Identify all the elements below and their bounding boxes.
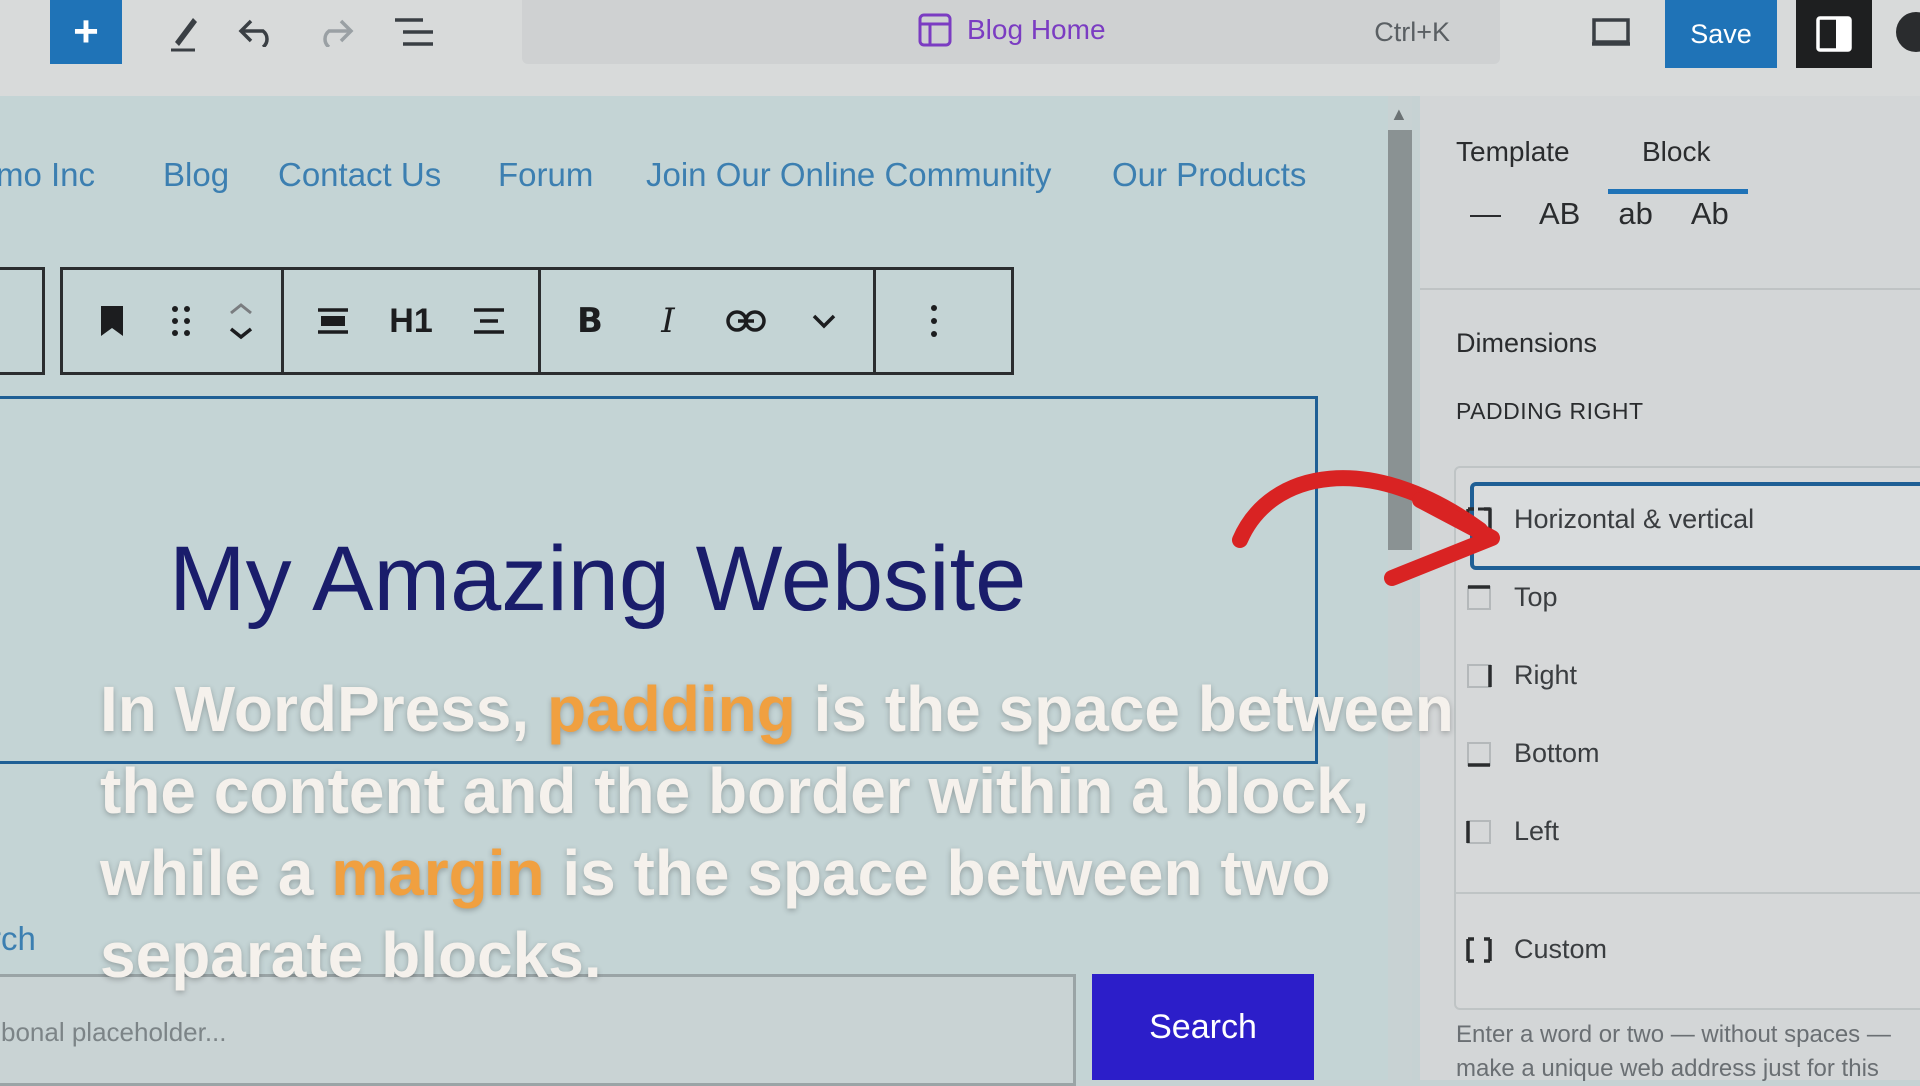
case-option-uppercase[interactable]: AB <box>1539 196 1580 232</box>
dropdown-option-label: Right <box>1514 660 1578 690</box>
link-icon <box>726 310 766 332</box>
block-options-button[interactable] <box>886 273 982 369</box>
redo-button[interactable] <box>310 8 360 56</box>
divider <box>1420 288 1920 290</box>
block-toolbar-group: B I <box>541 270 876 372</box>
redo-icon <box>323 19 354 47</box>
chevron-up-down-icon <box>229 303 253 340</box>
settings-toggle-button[interactable] <box>1796 0 1872 68</box>
scroll-up-arrow-icon[interactable]: ▲ <box>1390 104 1408 125</box>
dropdown-option-label: Top <box>1514 582 1558 612</box>
nav-item[interactable]: Our Products <box>1112 156 1306 194</box>
tab-template[interactable]: Template <box>1456 136 1570 168</box>
undo-icon <box>238 19 269 47</box>
case-option-lowercase[interactable]: ab <box>1618 196 1652 232</box>
plus-icon: + <box>73 7 99 56</box>
block-toolbar: H1 B I <box>60 267 1014 375</box>
italic-icon: I <box>661 301 675 341</box>
dropdown-option-label: Custom <box>1514 934 1608 964</box>
undo-button[interactable] <box>232 8 282 56</box>
caption-text: In WordPress, <box>100 673 547 745</box>
nav-item[interactable]: Forum <box>498 156 593 194</box>
tab-block[interactable]: Block <box>1642 136 1710 168</box>
block-toolbar-group: H1 <box>284 270 541 372</box>
caption-highlight-margin: margin <box>331 837 545 909</box>
drag-handle-icon <box>172 306 190 336</box>
site-title[interactable]: My Amazing Website <box>169 527 1026 632</box>
chevron-down-icon <box>812 314 836 329</box>
align-center-icon <box>474 308 504 334</box>
bold-icon: B <box>577 301 603 341</box>
dropdown-option-label: Horizontal & vertical <box>1514 504 1755 534</box>
add-block-button[interactable]: + <box>50 0 122 64</box>
link-button[interactable] <box>707 273 785 369</box>
search-label: rch <box>0 920 36 957</box>
active-tab-indicator <box>1608 189 1748 194</box>
block-type-button[interactable] <box>73 273 151 369</box>
caption-highlight-padding: padding <box>546 673 796 745</box>
letter-case-options: — AB ab Ab <box>1470 196 1729 232</box>
case-option-capitalize[interactable]: Ab <box>1691 196 1729 232</box>
document-title[interactable]: Blog Home <box>917 12 1106 48</box>
more-vertical-icon <box>931 305 937 337</box>
divider <box>1454 892 1920 894</box>
block-toolbar-group <box>876 270 992 372</box>
document-bar[interactable]: Blog Home Ctrl+K <box>522 0 1500 64</box>
parent-block-button[interactable] <box>0 267 45 375</box>
edit-tool-button[interactable] <box>160 8 208 56</box>
align-button[interactable] <box>294 273 372 369</box>
bookmark-icon <box>101 306 123 336</box>
dimensions-heading: Dimensions <box>1456 328 1598 358</box>
help-text-line: Enter a word or two — without spaces — <box>1456 1021 1891 1048</box>
list-view-button[interactable] <box>388 8 442 56</box>
sidebar-toggle-icon <box>1816 16 1852 52</box>
nav-item[interactable]: Blog <box>163 156 229 194</box>
text-align-button[interactable] <box>450 273 528 369</box>
dropdown-option-label: Left <box>1514 816 1560 846</box>
tutorial-caption: In WordPress, padding is the space betwe… <box>100 668 1520 996</box>
help-text-line: make a unique web address just for this <box>1456 1055 1879 1082</box>
template-icon <box>918 13 952 47</box>
case-option-none[interactable]: — <box>1470 196 1501 232</box>
desktop-icon <box>1592 18 1630 46</box>
save-button[interactable]: Save <box>1665 0 1777 68</box>
help-text: Enter a word or two — without spaces — m… <box>1456 1018 1891 1086</box>
document-title-text: Blog Home <box>967 14 1106 45</box>
heading-level-button[interactable]: H1 <box>372 273 450 369</box>
list-view-icon <box>395 18 433 46</box>
nav-item[interactable]: Join Our Online Community <box>646 156 1051 194</box>
more-formatting-button[interactable] <box>785 273 863 369</box>
dropdown-option-label: Bottom <box>1514 738 1600 768</box>
nav-item[interactable]: Contact Us <box>278 156 441 194</box>
command-shortcut: Ctrl+K <box>1374 17 1450 47</box>
nav-item[interactable]: mo Inc <box>0 156 95 194</box>
search-placeholder: bonal placeholder... <box>1 1017 227 1047</box>
drag-handle[interactable] <box>151 273 211 369</box>
move-up-down-button[interactable] <box>211 273 271 369</box>
pencil-icon <box>171 18 197 52</box>
preview-device-button[interactable] <box>1588 10 1634 54</box>
annotation-arrow-icon <box>1232 470 1500 586</box>
block-toolbar-group <box>63 270 284 372</box>
bold-button[interactable]: B <box>551 273 629 369</box>
padding-right-label: PADDING RIGHT <box>1456 398 1644 424</box>
align-wide-icon <box>318 308 348 334</box>
italic-button[interactable]: I <box>629 273 707 369</box>
